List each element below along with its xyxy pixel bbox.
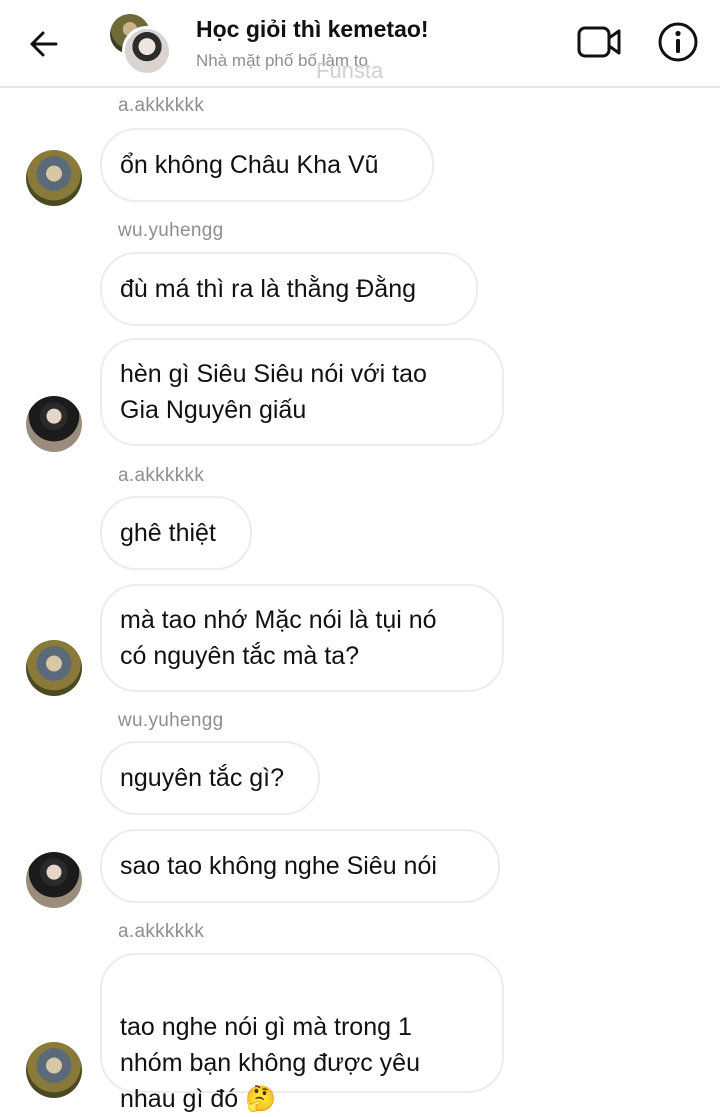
avatar[interactable] — [26, 396, 82, 452]
member-avatar — [122, 26, 172, 76]
message-bubble[interactable]: nguyên tắc gì? — [100, 741, 320, 815]
video-camera-icon — [577, 26, 621, 58]
avatar[interactable] — [26, 1042, 82, 1098]
avatar[interactable] — [26, 640, 82, 696]
message-bubble[interactable]: ghê thiệt — [100, 496, 252, 570]
message-bubble[interactable]: mà tao nhớ Mặc nói là tụi nó có nguyên t… — [100, 584, 504, 692]
sender-name: wu.yuhengg — [118, 710, 224, 731]
message-bubble[interactable]: hèn gì Siêu Siêu nói với tao Gia Nguyên … — [100, 338, 504, 446]
avatar[interactable] — [26, 852, 82, 908]
message-bubble[interactable]: tao nghe nói gì mà trong 1 nhóm bạn khôn… — [100, 953, 504, 1113]
back-button[interactable] — [24, 24, 64, 64]
watermark: Funsta — [316, 58, 384, 83]
chat-header: Học giỏi thì kemetao! Nhà mặt phố bố làm… — [0, 0, 720, 88]
sender-name: a.akkkkkk — [118, 921, 205, 942]
thinking-face-emoji: 🤔 — [245, 1084, 277, 1113]
group-avatar[interactable] — [108, 12, 172, 76]
info-button[interactable] — [656, 20, 700, 64]
message-bubble[interactable]: sao tao không nghe Siêu nói — [100, 829, 500, 903]
sender-name: a.akkkkkk — [118, 95, 205, 116]
avatar[interactable] — [26, 150, 82, 206]
message-bubble[interactable]: ổn không Châu Kha Vũ — [100, 128, 434, 202]
chat-title[interactable]: Học giỏi thì kemetao! — [196, 16, 429, 43]
sender-name: wu.yuhengg — [118, 220, 224, 241]
message-bubble[interactable]: đù má thì ra là thằng Đằng — [100, 252, 478, 326]
video-call-button[interactable] — [576, 20, 624, 64]
arrow-left-icon — [30, 31, 58, 57]
info-icon — [658, 22, 698, 62]
sender-name: a.akkkkkk — [118, 465, 205, 486]
